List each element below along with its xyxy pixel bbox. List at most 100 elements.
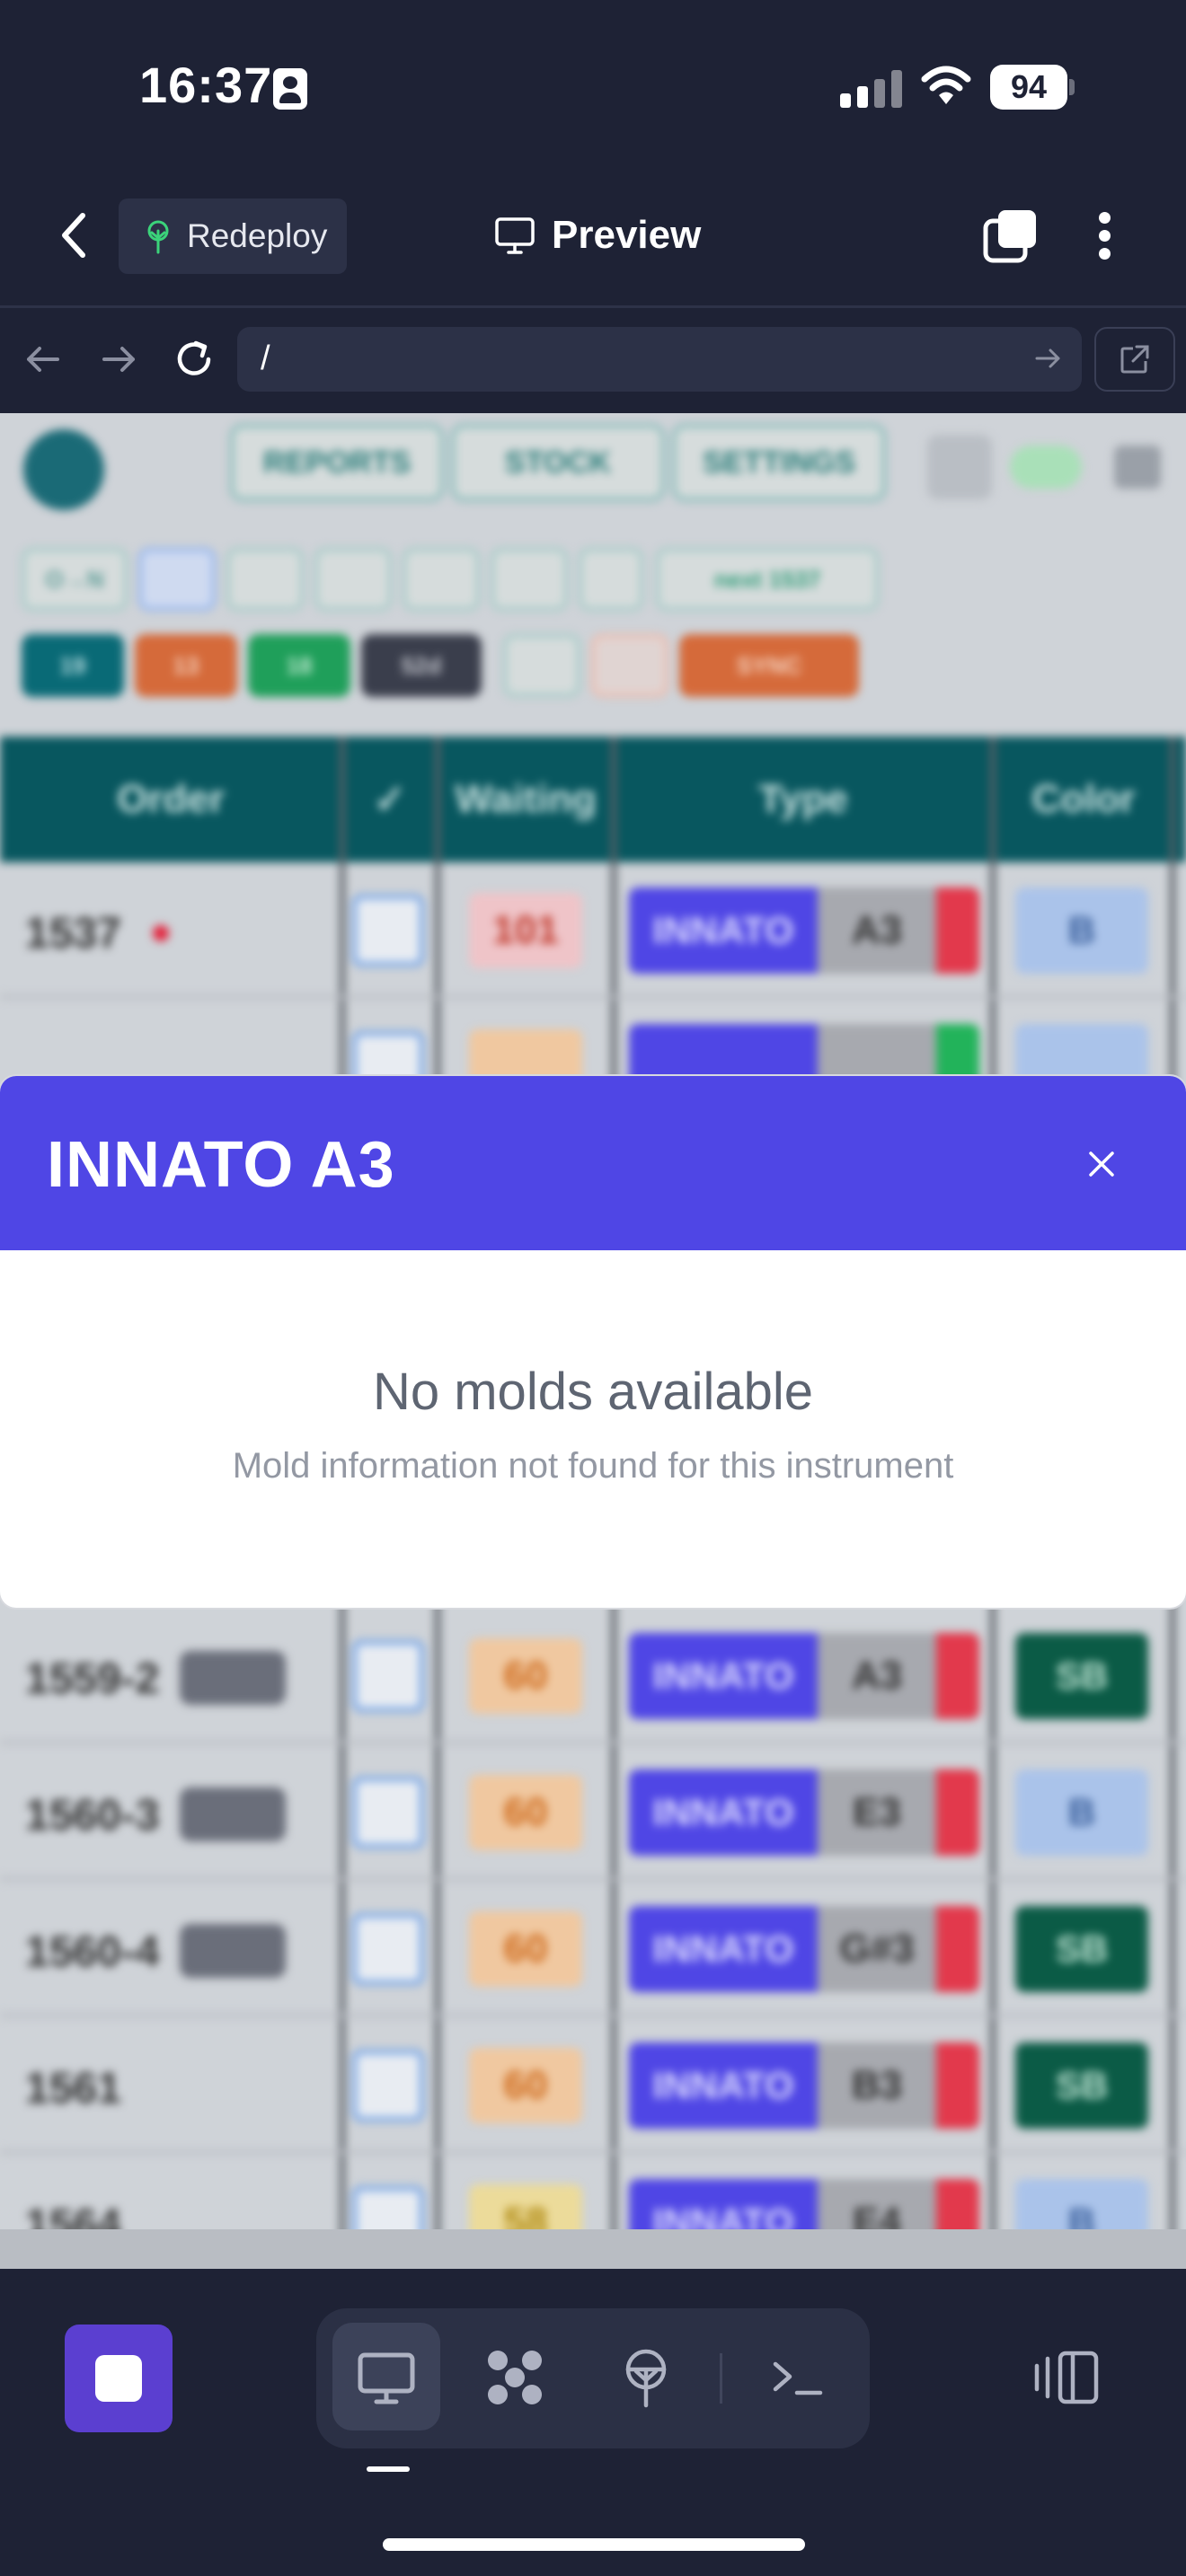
clock-chip[interactable] bbox=[591, 634, 668, 697]
type-badge[interactable]: INNATO E3 bbox=[629, 1769, 979, 1856]
row-checkbox[interactable] bbox=[352, 2050, 424, 2122]
redeploy-label: Redeploy bbox=[187, 217, 328, 254]
type-badge[interactable]: INNATO A3 bbox=[629, 887, 979, 974]
count-chip-1[interactable]: 19 bbox=[22, 634, 124, 697]
tab-settings[interactable]: SETTINGS bbox=[672, 424, 886, 501]
url-bar[interactable]: / bbox=[237, 327, 1082, 392]
deploy-icon[interactable] bbox=[615, 2346, 677, 2409]
id-card-icon bbox=[273, 68, 307, 110]
order-tag bbox=[180, 1924, 286, 1978]
sort-chip[interactable]: O→N bbox=[22, 548, 128, 611]
select-chip[interactable] bbox=[138, 548, 216, 611]
reload-icon[interactable] bbox=[169, 334, 219, 384]
table-header: Order ✓ Waiting Type Color bbox=[0, 737, 1186, 862]
filter-chip-4[interactable] bbox=[491, 548, 568, 611]
filter-chip-5[interactable] bbox=[579, 548, 643, 611]
close-icon[interactable] bbox=[1082, 1144, 1121, 1184]
battery-indicator: 94 bbox=[990, 65, 1076, 110]
more-options-icon[interactable] bbox=[1089, 208, 1121, 264]
back-chevron-icon[interactable] bbox=[56, 208, 92, 262]
status-pill bbox=[1010, 446, 1082, 489]
table-row[interactable]: 1560-3 60 INNATO E3 B bbox=[0, 1744, 1186, 1881]
type-badge[interactable]: INNATO A3 bbox=[629, 1633, 979, 1719]
type-badge[interactable]: INNATO E4 bbox=[629, 2179, 979, 2229]
header-check[interactable]: ✓ bbox=[343, 737, 437, 862]
cellular-signal-icon bbox=[840, 70, 903, 108]
filter-chip-1[interactable] bbox=[226, 548, 304, 611]
filter-chip-2[interactable] bbox=[314, 548, 392, 611]
stop-button[interactable] bbox=[65, 2325, 173, 2432]
sync-chip[interactable]: SYNC bbox=[679, 634, 859, 697]
row-checkbox[interactable] bbox=[352, 1640, 424, 1712]
preview-label: Preview bbox=[552, 213, 702, 257]
desktop-preview-icon[interactable] bbox=[355, 2346, 418, 2409]
nav-divider bbox=[0, 305, 1186, 308]
header-order[interactable]: Order bbox=[0, 737, 341, 862]
color-badge: B bbox=[1015, 2179, 1148, 2229]
next-order-chip[interactable]: next 1537 bbox=[656, 548, 879, 611]
header-type[interactable]: Type bbox=[615, 737, 992, 862]
status-time: 16:37 bbox=[139, 57, 273, 113]
row-checkbox[interactable] bbox=[352, 1913, 424, 1985]
stop-icon bbox=[95, 2355, 142, 2402]
external-link-icon bbox=[1120, 345, 1149, 374]
side-panel-icon[interactable] bbox=[1033, 2346, 1102, 2409]
preview-title: Preview bbox=[494, 208, 701, 262]
header-waiting[interactable]: Waiting bbox=[438, 737, 613, 862]
table-row[interactable]: 1560-4 60 INNATO G#3 SB bbox=[0, 1881, 1186, 2017]
order-number: 1561 bbox=[25, 2065, 121, 2113]
deploy-tree-icon bbox=[147, 220, 169, 254]
empty-state-subtitle: Mold information not found for this inst… bbox=[232, 1446, 954, 1486]
count-chip-4[interactable]: 52d bbox=[361, 634, 482, 697]
modal-title: INNATO A3 bbox=[47, 1129, 395, 1201]
color-badge: B bbox=[1015, 887, 1148, 974]
terminal-icon[interactable] bbox=[766, 2346, 829, 2409]
waiting-badge: 60 bbox=[469, 1638, 582, 1714]
type-badge[interactable]: INNATO G#3 bbox=[629, 1906, 979, 1992]
color-badge: SB bbox=[1015, 1633, 1148, 1719]
switcher-separator bbox=[720, 2353, 722, 2404]
order-number: 1537 bbox=[25, 910, 121, 957]
row-checkbox[interactable] bbox=[352, 895, 424, 966]
redeploy-button[interactable]: Redeploy bbox=[119, 198, 347, 274]
type-badge[interactable]: INNATO B3 bbox=[629, 2042, 979, 2129]
count-chip-3[interactable]: 18 bbox=[248, 634, 350, 697]
table-row[interactable]: 1564 58 INNATO E4 B bbox=[0, 2154, 1186, 2229]
order-tag bbox=[180, 1651, 286, 1705]
color-badge: SB bbox=[1015, 2042, 1148, 2129]
go-arrow-icon[interactable] bbox=[1033, 343, 1064, 374]
filter-chip-3[interactable] bbox=[403, 548, 480, 611]
open-external-button[interactable] bbox=[1094, 327, 1175, 392]
browser-back-icon[interactable] bbox=[18, 334, 68, 384]
wifi-icon bbox=[921, 66, 971, 104]
tab-stock[interactable]: STOCK bbox=[451, 424, 665, 501]
database-icon[interactable] bbox=[927, 435, 992, 499]
alert-dot bbox=[153, 925, 169, 941]
color-badge: SB bbox=[1015, 1906, 1148, 1992]
calendar-chip[interactable] bbox=[503, 634, 580, 697]
waiting-badge: 60 bbox=[469, 1911, 582, 1987]
molds-modal: INNATO A3 No molds available Mold inform… bbox=[0, 1076, 1186, 1608]
tabs-icon[interactable] bbox=[982, 208, 1038, 264]
waiting-badge: 101 bbox=[469, 893, 582, 968]
menu-icon[interactable] bbox=[1114, 446, 1161, 489]
empty-state-title: No molds available bbox=[372, 1363, 814, 1421]
table-row[interactable]: 1559-2 60 INNATO A3 SB bbox=[0, 1608, 1186, 1744]
workflow-icon[interactable] bbox=[483, 2346, 546, 2409]
row-checkbox[interactable] bbox=[352, 2186, 424, 2229]
table-row[interactable]: 1561 60 INNATO B3 SB bbox=[0, 2017, 1186, 2154]
tab-reports[interactable]: REPORTS bbox=[230, 424, 444, 501]
order-tag bbox=[180, 1787, 286, 1841]
app-bottom-edge bbox=[0, 2229, 1186, 2269]
waiting-badge: 58 bbox=[469, 2184, 582, 2229]
table-row[interactable]: 1537 101 INNATO A3 B bbox=[0, 862, 1186, 999]
count-chip-2[interactable]: 13 bbox=[135, 634, 237, 697]
home-indicator bbox=[383, 2538, 805, 2551]
active-tab-indicator bbox=[367, 2466, 410, 2472]
waiting-badge: 60 bbox=[469, 2048, 582, 2123]
app-logo bbox=[23, 429, 104, 510]
waiting-badge: 60 bbox=[469, 1775, 582, 1850]
header-color[interactable]: Color bbox=[994, 737, 1173, 862]
row-checkbox[interactable] bbox=[352, 1777, 424, 1848]
browser-forward-icon[interactable] bbox=[93, 334, 144, 384]
